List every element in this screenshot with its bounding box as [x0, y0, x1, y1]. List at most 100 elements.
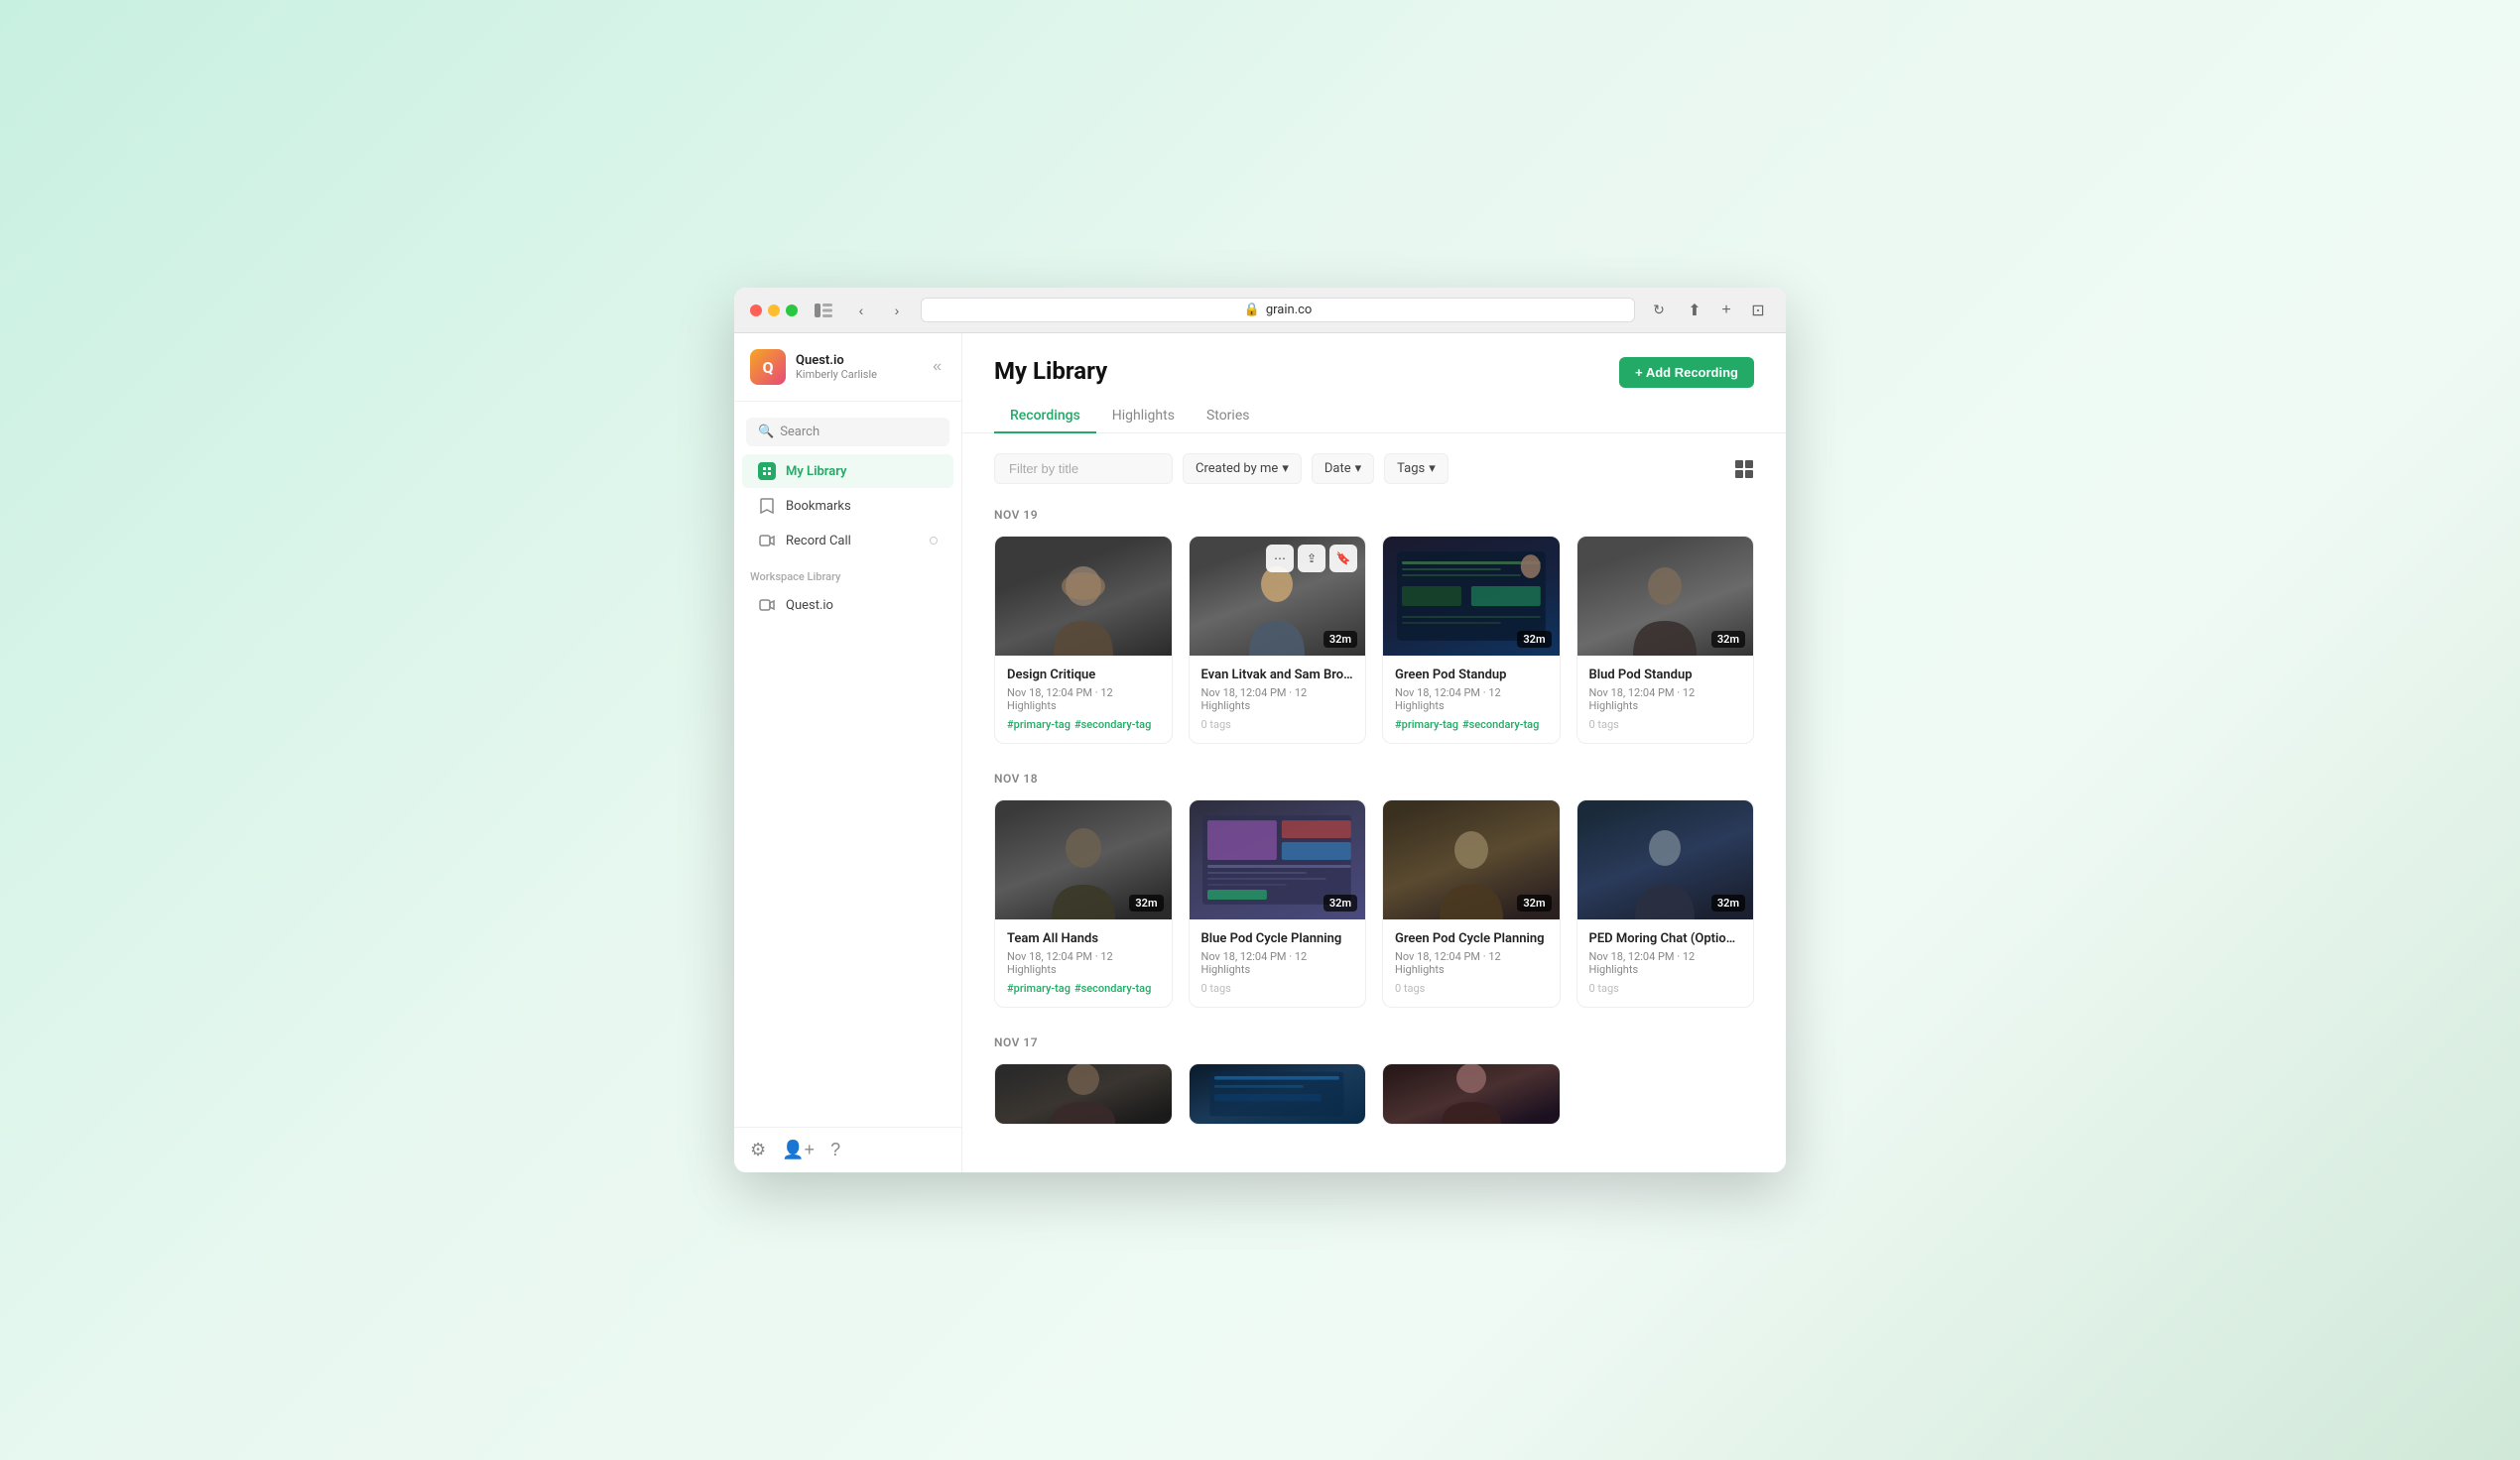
recording-info-5: Team All Hands Nov 18, 12:04 PM · 12 Hig… [995, 919, 1172, 1007]
sidebar-item-questio[interactable]: Quest.io [742, 588, 953, 622]
tag-primary-5: #primary-tag [1007, 982, 1071, 995]
recording-tags-6: 0 tags [1201, 982, 1354, 995]
card-menu-button-2[interactable]: ⋯ [1266, 545, 1294, 572]
workspace-info: Q Quest.io Kimberly Carlisle [750, 349, 877, 385]
thumbnail-2: ⋯ ⇪ 🔖 32m [1190, 537, 1366, 656]
share-button[interactable]: ⬆ [1683, 299, 1706, 322]
tag-secondary-1: #secondary-tag [1074, 718, 1151, 731]
recording-info-8: PED Moring Chat (Optional) Nov 18, 12:04… [1577, 919, 1754, 1007]
forward-button[interactable]: › [885, 299, 909, 322]
url-text: grain.co [1266, 303, 1313, 317]
workspace-library-section-label: Workspace Library [734, 558, 961, 587]
sidebar-search[interactable]: 🔍 Search [746, 418, 949, 446]
recording-card-3[interactable]: 32m Green Pod Standup Nov 18, 12:04 PM ·… [1382, 536, 1561, 744]
traffic-lights [750, 304, 798, 316]
browser-actions: ⬆ + ⊡ [1683, 299, 1770, 322]
recording-info-2: Evan Litvak and Sam Broady Nov 18, 12:04… [1190, 656, 1366, 743]
duration-badge-6: 32m [1323, 895, 1357, 912]
settings-button[interactable]: ⚙ [750, 1140, 766, 1160]
page-title: My Library [994, 357, 1107, 385]
my-library-label: My Library [786, 464, 846, 479]
date-label-nov17: NOV 17 [994, 1035, 1754, 1049]
recording-card-8[interactable]: 32m PED Moring Chat (Optional) Nov 18, 1… [1576, 799, 1755, 1008]
sidebar-item-my-library[interactable]: My Library [742, 454, 953, 488]
thumbnail-1 [995, 537, 1172, 656]
recording-card-5[interactable]: 32m Team All Hands Nov 18, 12:04 PM · 12… [994, 799, 1173, 1008]
date-label-nov18: NOV 18 [994, 772, 1754, 786]
card-share-button-2[interactable]: ⇪ [1298, 545, 1325, 572]
tab-highlights[interactable]: Highlights [1096, 400, 1191, 433]
add-member-button[interactable]: 👤+ [782, 1140, 815, 1160]
my-library-icon [758, 462, 776, 480]
sidebar-toggle-button[interactable] [810, 301, 837, 320]
thumbnail-3: 32m [1383, 537, 1560, 656]
chevron-down-icon: ▾ [1282, 461, 1289, 476]
no-tags-4: 0 tags [1589, 718, 1619, 731]
recording-title-1: Design Critique [1007, 668, 1160, 682]
recording-meta-4: Nov 18, 12:04 PM · 12 Highlights [1589, 686, 1742, 712]
recording-meta-2: Nov 18, 12:04 PM · 12 Highlights [1201, 686, 1354, 712]
workspace-user: Kimberly Carlisle [796, 368, 877, 381]
recording-card-1[interactable]: Design Critique Nov 18, 12:04 PM · 12 Hi… [994, 536, 1173, 744]
app-layout: Q Quest.io Kimberly Carlisle « 🔍 Search [734, 333, 1786, 1172]
recording-title-6: Blue Pod Cycle Planning [1201, 931, 1354, 946]
duration-badge-5: 32m [1129, 895, 1163, 912]
workspace-logo: Q [750, 349, 786, 385]
no-tags-7: 0 tags [1395, 982, 1425, 995]
recordings-grid-nov18: 32m Team All Hands Nov 18, 12:04 PM · 12… [994, 799, 1754, 1008]
recording-card-6[interactable]: 32m Blue Pod Cycle Planning Nov 18, 12:0… [1189, 799, 1367, 1008]
tabs-button[interactable]: ⊡ [1746, 299, 1770, 322]
sidebar-collapse-button[interactable]: « [929, 354, 945, 380]
browser-window: ‹ › 🔒 grain.co ↻ ⬆ + ⊡ Q Quest.io Ki [734, 288, 1786, 1172]
recording-info-4: Blud Pod Standup Nov 18, 12:04 PM · 12 H… [1577, 656, 1754, 743]
sidebar-header: Q Quest.io Kimberly Carlisle « [734, 333, 961, 402]
created-by-filter[interactable]: Created by me ▾ [1183, 453, 1302, 484]
thumbnail-5: 32m [995, 800, 1172, 919]
recording-tags-2: 0 tags [1201, 718, 1354, 731]
view-toggle[interactable] [1734, 459, 1754, 479]
new-tab-button[interactable]: + [1714, 299, 1738, 322]
questio-label: Quest.io [786, 598, 833, 613]
search-input[interactable] [994, 453, 1173, 484]
recording-card-7[interactable]: 32m Green Pod Cycle Planning Nov 18, 12:… [1382, 799, 1561, 1008]
section-nov19: NOV 19 [994, 508, 1754, 744]
sidebar-item-bookmarks[interactable]: Bookmarks [742, 489, 953, 523]
minimize-button[interactable] [768, 304, 780, 316]
recording-card-9[interactable] [994, 1063, 1173, 1125]
help-button[interactable]: ? [830, 1140, 840, 1160]
chevron-down-icon-2: ▾ [1355, 461, 1362, 476]
sidebar-item-record-call[interactable]: Record Call [742, 524, 953, 557]
recording-info-3: Green Pod Standup Nov 18, 12:04 PM · 12 … [1383, 656, 1560, 743]
recording-meta-8: Nov 18, 12:04 PM · 12 Highlights [1589, 950, 1742, 976]
recording-card-4[interactable]: 32m Blud Pod Standup Nov 18, 12:04 PM · … [1576, 536, 1755, 744]
refresh-button[interactable]: ↻ [1647, 299, 1671, 322]
add-recording-button[interactable]: + Add Recording [1619, 357, 1754, 388]
recording-tags-4: 0 tags [1589, 718, 1742, 731]
recording-meta-7: Nov 18, 12:04 PM · 12 Highlights [1395, 950, 1548, 976]
card-actions-2: ⋯ ⇪ 🔖 [1266, 545, 1357, 572]
tag-secondary-3: #secondary-tag [1462, 718, 1539, 731]
tab-stories[interactable]: Stories [1191, 400, 1266, 433]
recording-tags-1: #primary-tag #secondary-tag [1007, 718, 1160, 731]
tag-primary-3: #primary-tag [1395, 718, 1458, 731]
tags-filter[interactable]: Tags ▾ [1384, 453, 1449, 484]
recording-tags-5: #primary-tag #secondary-tag [1007, 982, 1160, 995]
date-filter[interactable]: Date ▾ [1312, 453, 1374, 484]
duration-badge-4: 32m [1711, 631, 1745, 648]
tab-recordings[interactable]: Recordings [994, 400, 1096, 433]
recording-card-11[interactable] [1382, 1063, 1561, 1125]
duration-badge-7: 32m [1517, 895, 1551, 912]
fullscreen-button[interactable] [786, 304, 798, 316]
thumbnail-11 [1383, 1064, 1560, 1124]
recording-card-2[interactable]: ⋯ ⇪ 🔖 32m Evan Litvak and Sam Broady Nov… [1189, 536, 1367, 744]
duration-badge-8: 32m [1711, 895, 1745, 912]
thumbnail-4: 32m [1577, 537, 1754, 656]
thumbnail-8: 32m [1577, 800, 1754, 919]
card-bookmark-button-2[interactable]: 🔖 [1329, 545, 1357, 572]
thumbnail-10 [1190, 1064, 1366, 1124]
tabs: Recordings Highlights Stories [962, 388, 1786, 433]
address-bar[interactable]: 🔒 grain.co [921, 298, 1635, 322]
close-button[interactable] [750, 304, 762, 316]
back-button[interactable]: ‹ [849, 299, 873, 322]
recording-card-10[interactable] [1189, 1063, 1367, 1125]
